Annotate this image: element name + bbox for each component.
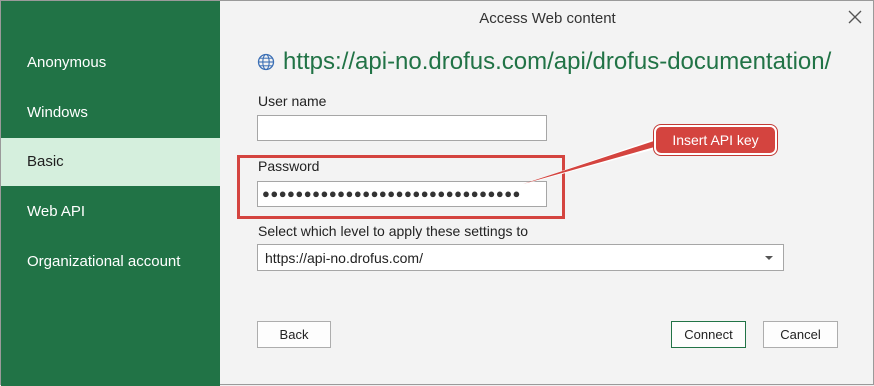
username-label: User name xyxy=(258,93,327,109)
level-label: Select which level to apply these settin… xyxy=(258,223,529,239)
sidebar-item-web-api[interactable]: Web API xyxy=(1,188,220,236)
username-input[interactable] xyxy=(257,115,547,141)
url-text: https://api-no.drofus.com/api/drofus-doc… xyxy=(283,48,832,75)
sidebar-item-label: Anonymous xyxy=(27,54,107,71)
password-highlight-box xyxy=(237,155,565,219)
sidebar-item-label: Organizational account xyxy=(27,253,181,270)
url-header: https://api-no.drofus.com/api/drofus-doc… xyxy=(257,45,847,79)
sidebar-item-basic[interactable]: Basic xyxy=(1,138,220,186)
insert-api-key-callout: Insert API key xyxy=(654,125,777,155)
chevron-down-icon xyxy=(765,256,773,260)
close-button[interactable] xyxy=(843,5,867,29)
globe-icon xyxy=(257,53,275,71)
level-select[interactable]: https://api-no.drofus.com/ xyxy=(257,244,784,271)
access-web-content-dialog: Anonymous Windows Basic Web API Organiza… xyxy=(0,0,874,386)
sidebar-item-windows[interactable]: Windows xyxy=(1,89,220,137)
sidebar-item-label: Basic xyxy=(27,153,64,170)
connect-button[interactable]: Connect xyxy=(671,321,746,348)
cancel-button[interactable]: Cancel xyxy=(763,321,838,348)
dialog-title: Access Web content xyxy=(479,10,616,27)
sidebar-item-label: Web API xyxy=(27,203,86,220)
sidebar-item-organizational-account[interactable]: Organizational account xyxy=(1,238,220,286)
close-icon xyxy=(848,10,862,24)
auth-method-sidebar: Anonymous Windows Basic Web API Organiza… xyxy=(1,1,220,386)
sidebar-item-label: Windows xyxy=(27,104,88,121)
level-select-value: https://api-no.drofus.com/ xyxy=(265,250,423,266)
sidebar-item-anonymous[interactable]: Anonymous xyxy=(1,39,220,87)
back-button[interactable]: Back xyxy=(257,321,331,348)
